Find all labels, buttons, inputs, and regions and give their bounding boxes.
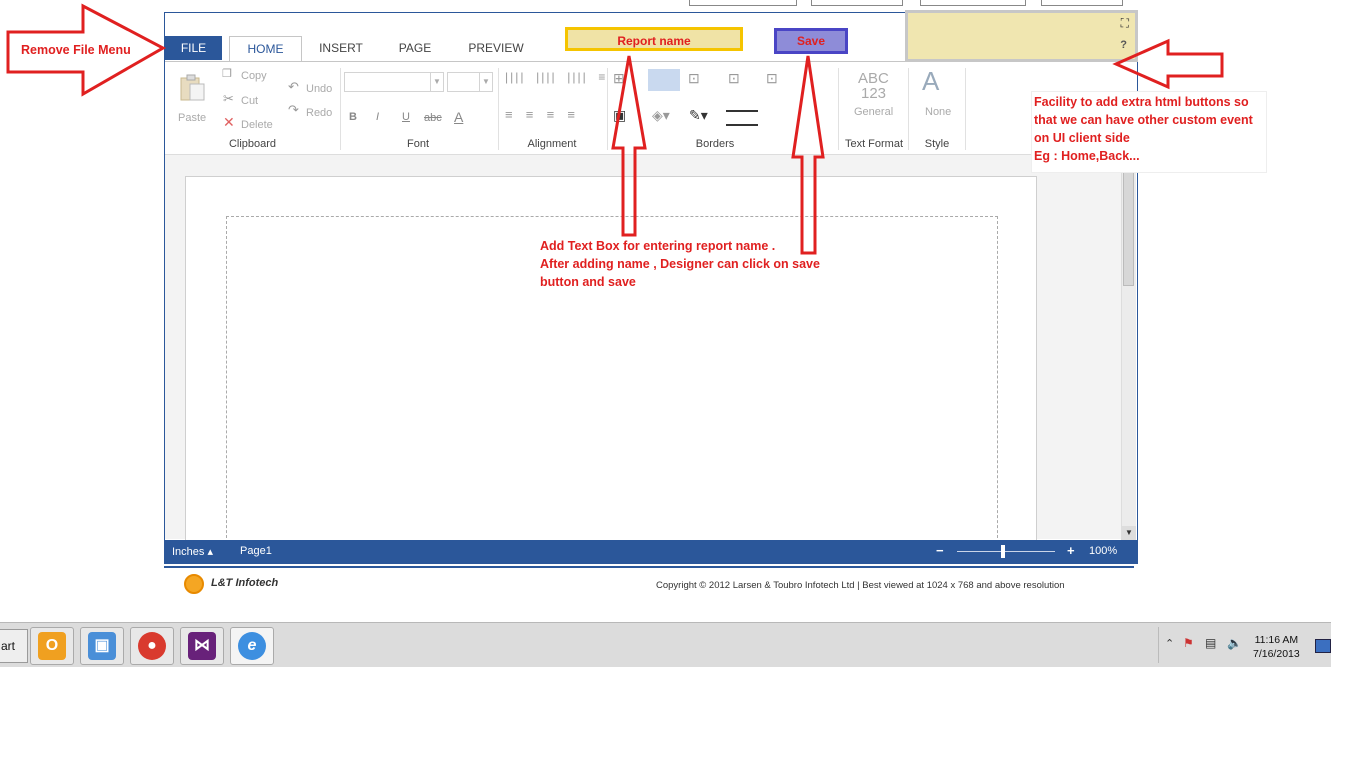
clock[interactable]: 11:16 AM 7/16/2013 [1253,633,1300,661]
annotation-textbox-3: button and save [540,275,636,289]
annotation-facility: Facility to add extra html buttons so th… [1031,91,1267,173]
taskbar-outlook[interactable]: O [30,627,74,665]
system-tray: ⌃ ⚑ ▤ 🔈 11:16 AM 7/16/2013 [1158,627,1332,663]
remote-desktop-icon: ▣ [88,632,116,660]
show-desktop-icon[interactable] [1315,639,1331,653]
arrow-report-name [611,55,647,237]
chrome-icon: ● [138,632,166,660]
network-icon[interactable]: ▤ [1205,636,1216,650]
volume-icon[interactable]: 🔈 [1227,636,1242,650]
internet-explorer-icon: e [238,632,266,660]
annotation-facility-4: Eg : Home,Back... [1034,149,1140,163]
taskbar-internet-explorer[interactable]: e [230,627,274,665]
outlook-icon: O [38,632,66,660]
annotation-textbox-2: After adding name , Designer can click o… [540,257,820,271]
clock-date: 7/16/2013 [1253,648,1300,660]
taskbar-chrome[interactable]: ● [130,627,174,665]
taskbar-visual-studio[interactable]: ⋈ [180,627,224,665]
annotation-facility-2: that we can have other custom event [1034,113,1253,127]
start-button[interactable]: art [0,629,28,663]
arrow-facility [1112,38,1224,90]
taskbar: art O ▣ ● ⋈ e ⌃ ⚑ ▤ 🔈 11:16 AM 7/16/2013 [0,622,1331,667]
annotation-facility-1: Facility to add extra html buttons so [1034,95,1249,109]
annotation-remove-file: Remove File Menu [21,43,131,57]
visual-studio-icon: ⋈ [188,632,216,660]
annotation-textbox-1: Add Text Box for entering report name . [540,239,776,253]
arrow-save [791,55,825,255]
taskbar-remote-desktop[interactable]: ▣ [80,627,124,665]
clock-time: 11:16 AM [1254,634,1299,646]
action-center-icon[interactable]: ⚑ [1183,636,1194,650]
annotation-facility-3: on UI client side [1034,131,1130,145]
show-hidden-icons[interactable]: ⌃ [1165,637,1174,650]
